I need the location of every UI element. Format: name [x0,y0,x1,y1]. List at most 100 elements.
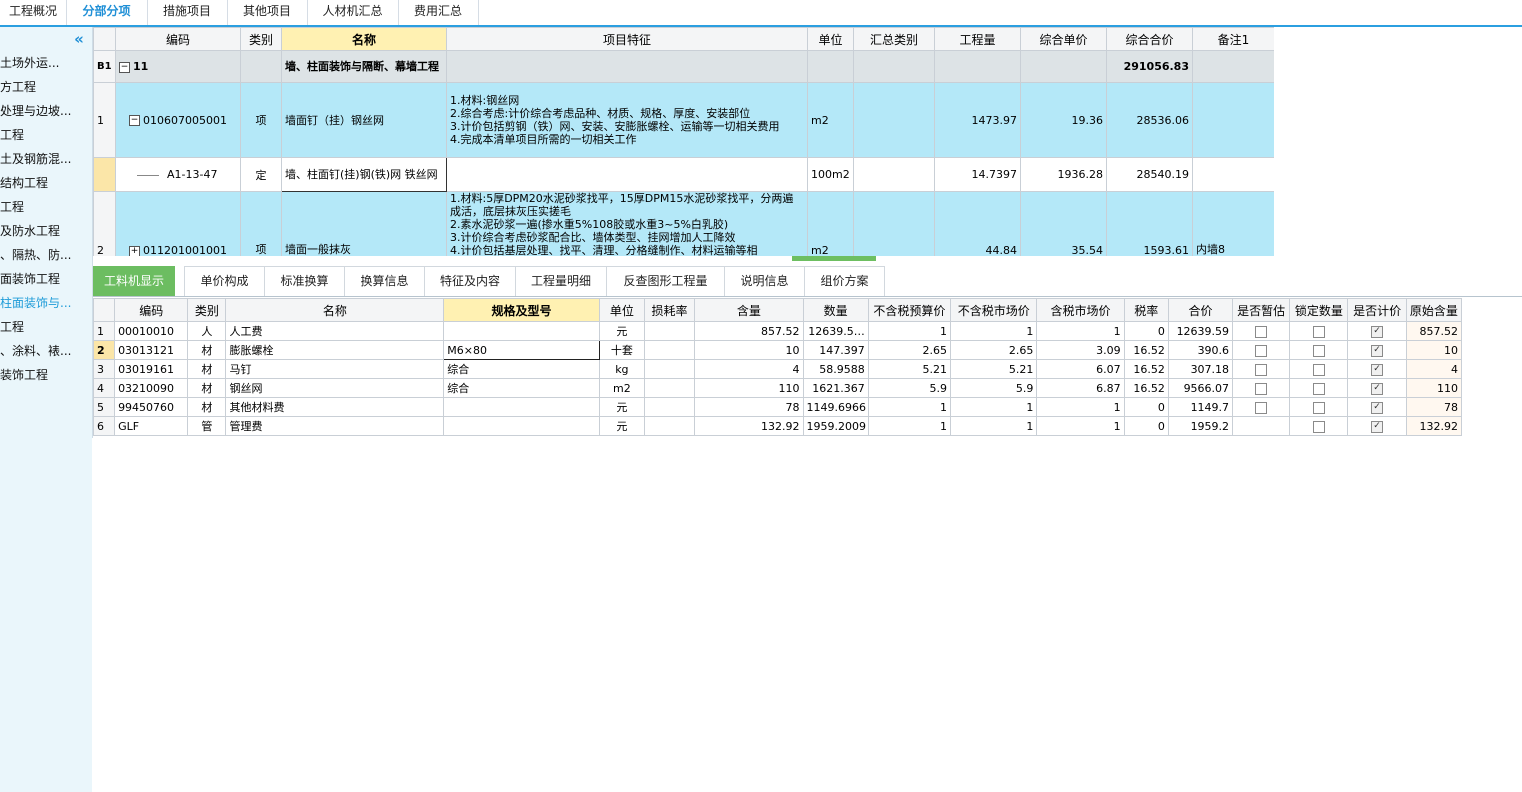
checkbox-icon[interactable] [1312,382,1325,395]
remark-cell[interactable] [1192,82,1274,158]
content-cell[interactable]: 110 [694,378,804,398]
type-cell[interactable]: 项 [240,82,282,158]
table-row[interactable]: A1-13-47 定 墙、柱面钉(挂)钢(铁)网 铁丝网 100m2 14.73… [93,157,1274,192]
column-header[interactable]: 编码 [115,27,241,51]
quantity-cell[interactable]: 44.84 [934,191,1021,256]
market-price-cell[interactable]: 2.65 [950,340,1038,360]
tab-quantity-details[interactable]: 工程量明细 [515,266,607,296]
tab-labor-material-summary[interactable]: 人材机汇总 [307,0,399,25]
column-header[interactable]: 备注1 [1192,27,1274,51]
sidebar-item[interactable]: 方工程 [0,76,92,98]
checkbox-checked-icon[interactable]: ✓ [1371,325,1384,338]
tab-measure-items[interactable]: 措施项目 [147,0,228,25]
sidebar-item[interactable]: 装饰工程 [0,364,92,386]
column-header[interactable]: 单位 [807,27,854,51]
name-cell[interactable]: 其他材料费 [225,397,445,417]
quantity-cell[interactable]: 14.7397 [934,157,1021,192]
table-row[interactable]: 4 03210090 材钢丝网 综合 m2 110 1621.367 5.9 5.9 6.87 16… [93,378,1462,398]
column-header[interactable]: 不含税预算价 [867,298,952,322]
tab-cost-summary[interactable]: 费用汇总 [398,0,479,25]
tab-divisional-items[interactable]: 分部分项 [66,0,148,25]
code-cell[interactable]: A1-13-47 [115,157,241,192]
column-header[interactable]: 损耗率 [643,298,696,322]
loss-rate-cell[interactable] [643,416,696,436]
table-row[interactable]: 2 +011201001001 项 墙面一般抹灰 1.材料:5厚DPM20水泥砂… [93,191,1274,256]
name-cell[interactable]: 膨胀螺栓 [225,340,445,360]
column-header[interactable]: 综合单价 [1020,27,1107,51]
sidebar-item[interactable]: 、隔热、防... [0,244,92,266]
column-header[interactable]: 单位 [598,298,645,322]
sidebar-item[interactable]: 土及钢筋混... [0,148,92,170]
unit-cell[interactable]: m2 [807,191,854,256]
loss-rate-cell[interactable] [643,340,696,360]
collapse-icon[interactable]: − [129,115,140,126]
column-header[interactable]: 类别 [187,298,227,322]
column-header[interactable]: 工程量 [934,27,1021,51]
content-cell[interactable]: 4 [694,359,804,379]
name-cell[interactable]: 墙、柱面钉(挂)钢(铁)网 铁丝网 [281,157,447,192]
sidebar-item[interactable]: 工程 [0,316,92,338]
column-header[interactable]: 名称 [281,27,447,51]
name-cell[interactable]: 管理费 [225,416,445,436]
checkbox-checked-icon[interactable]: ✓ [1371,344,1384,357]
remark-cell[interactable] [1192,157,1274,192]
double-chevron-left-icon[interactable]: « [70,30,88,48]
sidebar-item-active[interactable]: 柱面装饰与... [0,292,92,314]
sidebar-item[interactable]: 处理与边坡... [0,100,92,122]
column-header[interactable]: 编码 [114,298,189,322]
content-cell[interactable]: 132.92 [694,416,804,436]
market-price-cell[interactable]: 5.21 [950,359,1038,379]
tab-other-items[interactable]: 其他项目 [227,0,308,25]
table-row[interactable]: 6 GLF 管管理费元 132.92 1959.2009 1 1 1 0 1959.2 ✓ 132.9… [93,416,1462,436]
sidebar-item[interactable]: 面装饰工程 [0,268,92,290]
section-name[interactable]: 墙、柱面装饰与隔断、幕墙工程 [281,50,447,83]
column-header[interactable]: 不含税市场价 [950,298,1038,322]
name-cell[interactable]: 人工费 [225,321,445,341]
table-row[interactable]: 5 99450760 材其他材料费元 78 1149.6966 1 1 1 0 1149.7 ✓ 78 [93,397,1462,417]
summary-cell[interactable] [853,157,935,192]
tax-market-price-cell[interactable]: 6.07 [1036,359,1125,379]
code-cell[interactable]: −010607005001 [115,82,241,158]
market-price-cell[interactable]: 1 [950,321,1038,341]
loss-rate-cell[interactable] [643,359,696,379]
sidebar-item[interactable]: 、涂料、裱... [0,340,92,362]
spec-cell[interactable] [443,397,600,417]
spec-cell[interactable] [443,416,600,436]
sidebar-item[interactable]: 结构工程 [0,172,92,194]
market-price-cell[interactable]: 1 [950,416,1038,436]
sidebar-item[interactable]: 工程 [0,124,92,146]
checkbox-icon[interactable] [1312,401,1325,414]
tab-description-info[interactable]: 说明信息 [724,266,805,296]
checkbox-icon[interactable] [1312,344,1325,357]
column-header[interactable]: 综合合价 [1106,27,1193,51]
tab-reverse-graphic-quantity[interactable]: 反查图形工程量 [606,266,725,296]
tax-market-price-cell[interactable]: 1 [1036,321,1125,341]
tax-market-price-cell[interactable]: 6.87 [1036,378,1125,398]
tax-market-price-cell[interactable]: 1 [1036,416,1125,436]
summary-cell[interactable] [853,191,935,256]
table-row[interactable]: 1 −010607005001 项 墙面钉（挂）钢丝网 1.材料:钢丝网 2.综… [93,82,1274,158]
loss-rate-cell[interactable] [643,397,696,417]
spec-cell[interactable] [443,321,600,341]
checkbox-icon[interactable] [1255,382,1268,395]
type-cell[interactable]: 定 [240,157,282,192]
checkbox-icon[interactable] [1312,363,1325,376]
name-cell[interactable]: 钢丝网 [225,378,445,398]
spec-cell[interactable]: 综合 [443,359,600,379]
column-header[interactable]: 规格及型号 [443,298,600,322]
table-row[interactable]: 3 03019161 材马钉 综合 kg 4 58.9588 5.21 5.21 6.07 16.5… [93,359,1462,379]
expand-icon[interactable]: + [129,245,140,256]
checkbox-icon[interactable] [1312,420,1325,433]
collapse-icon[interactable]: − [119,61,130,73]
spec-cell[interactable]: M6×80 [443,340,600,360]
features-cell[interactable]: 1.材料:5厚DPM20水泥砂浆找平，15厚DPM15水泥砂浆找平，分两遍成活，… [446,191,808,256]
checkbox-checked-icon[interactable]: ✓ [1371,401,1384,414]
tab-standard-conversion[interactable]: 标准换算 [264,266,345,296]
features-cell[interactable]: 1.材料:钢丝网 2.综合考虑:计价综合考虑品种、材质、规格、厚度、安装部位 3… [446,82,808,158]
column-header[interactable]: 合价 [1167,298,1234,322]
column-header[interactable]: 是否暂估 [1232,298,1291,322]
tab-labor-material-display[interactable]: 工料机显示 [93,266,175,296]
sidebar-item[interactable]: 工程 [0,196,92,218]
column-header[interactable]: 项目特征 [446,27,808,51]
tab-unit-price-composition[interactable]: 单价构成 [184,266,265,296]
